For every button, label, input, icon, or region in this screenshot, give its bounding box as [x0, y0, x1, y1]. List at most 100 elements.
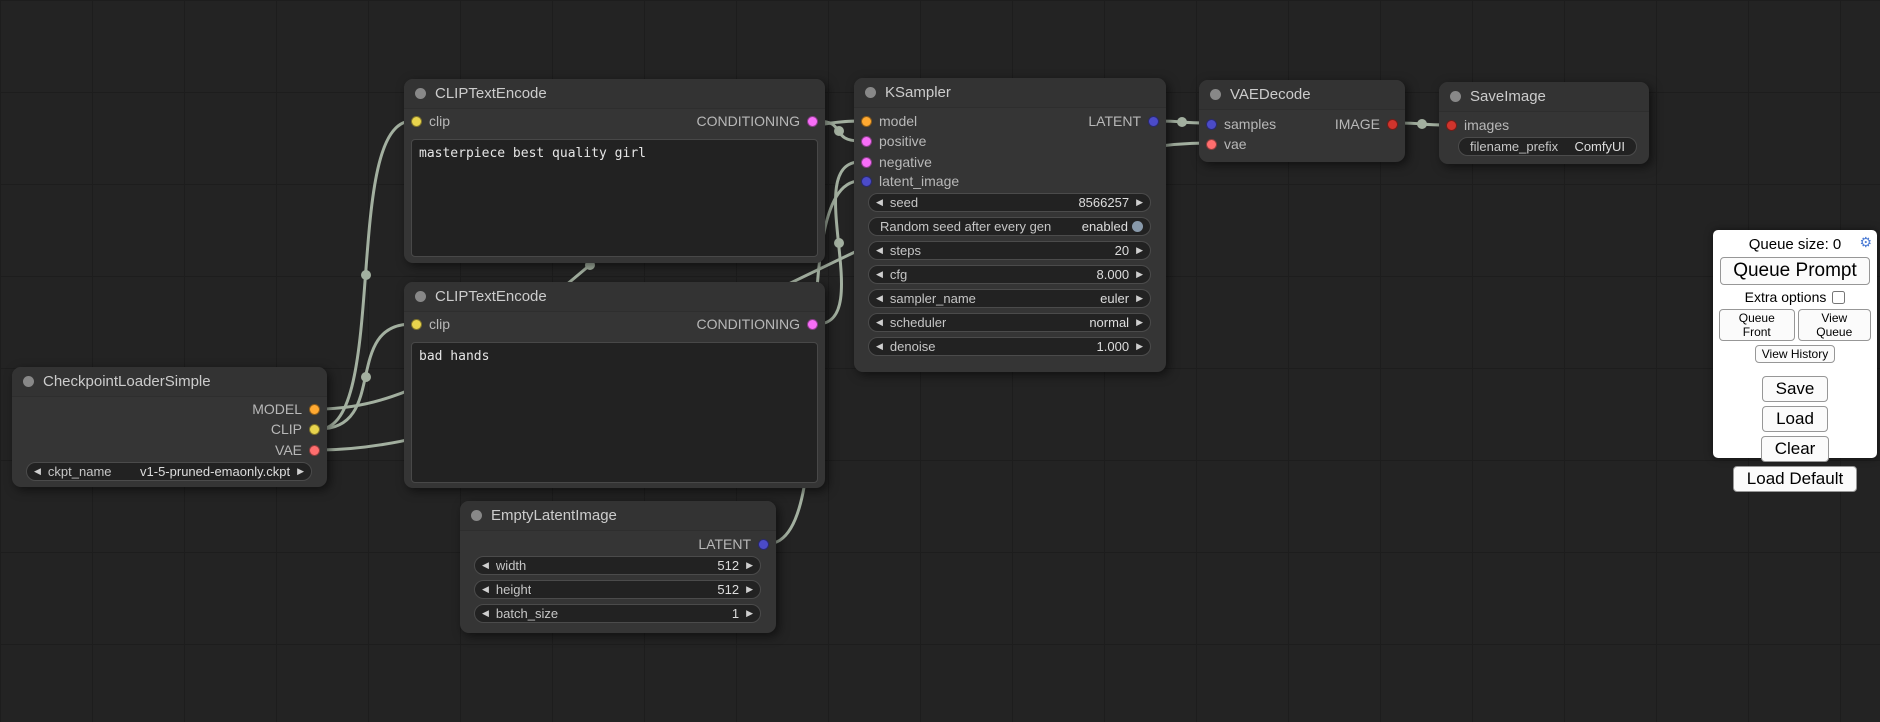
arrow-right-icon[interactable]: ▶: [1136, 294, 1143, 303]
node-ksampler[interactable]: KSampler model positive negative latent_…: [854, 78, 1166, 372]
output-slot-latent[interactable]: LATENT: [1088, 113, 1159, 129]
arrow-right-icon[interactable]: ▶: [1136, 246, 1143, 255]
slot-dot-clip[interactable]: [309, 424, 320, 435]
node-status-dot[interactable]: [415, 291, 426, 302]
slot-dot-model[interactable]: [861, 116, 872, 127]
output-slot-conditioning[interactable]: CONDITIONING: [697, 316, 818, 332]
node-header[interactable]: CLIPTextEncode: [404, 79, 825, 109]
arrow-right-icon[interactable]: ▶: [746, 609, 753, 618]
widget-sampler-name[interactable]: ◀ sampler_name euler ▶: [868, 289, 1151, 308]
output-slot-conditioning[interactable]: CONDITIONING: [697, 113, 818, 129]
node-clip-text-encode-negative[interactable]: CLIPTextEncode clip CONDITIONING bad han…: [404, 282, 825, 488]
input-slot-vae[interactable]: vae: [1206, 136, 1247, 152]
widget-denoise[interactable]: ◀ denoise 1.000 ▶: [868, 337, 1151, 356]
input-slot-positive[interactable]: positive: [861, 133, 926, 149]
input-slot-images[interactable]: images: [1446, 117, 1509, 133]
arrow-left-icon[interactable]: ◀: [876, 270, 883, 279]
node-status-dot[interactable]: [1210, 89, 1221, 100]
slot-dot-conditioning[interactable]: [861, 136, 872, 147]
arrow-right-icon[interactable]: ▶: [297, 467, 304, 476]
arrow-right-icon[interactable]: ▶: [1136, 198, 1143, 207]
node-status-dot[interactable]: [415, 88, 426, 99]
input-slot-latent-image[interactable]: latent_image: [861, 173, 959, 189]
input-slot-negative[interactable]: negative: [861, 154, 932, 170]
slot-dot-image[interactable]: [1446, 120, 1457, 131]
arrow-right-icon[interactable]: ▶: [1136, 318, 1143, 327]
node-empty-latent-image[interactable]: EmptyLatentImage LATENT ◀ width 512 ▶ ◀ …: [460, 501, 776, 633]
widget-filename-prefix[interactable]: filename_prefix ComfyUI: [1458, 137, 1637, 156]
arrow-left-icon[interactable]: ◀: [876, 318, 883, 327]
slot-dot-latent[interactable]: [861, 176, 872, 187]
queue-front-button[interactable]: Queue Front: [1719, 309, 1795, 341]
input-slot-samples[interactable]: samples: [1206, 116, 1276, 132]
extra-options-checkbox[interactable]: [1832, 291, 1845, 304]
positive-prompt-textarea[interactable]: masterpiece best quality girl: [411, 139, 818, 257]
arrow-left-icon[interactable]: ◀: [876, 294, 883, 303]
node-header[interactable]: CLIPTextEncode: [404, 282, 825, 312]
node-header[interactable]: SaveImage: [1439, 82, 1649, 112]
widget-width[interactable]: ◀ width 512 ▶: [474, 556, 761, 575]
node-checkpoint-loader-simple[interactable]: CheckpointLoaderSimple MODEL CLIP VAE ◀ …: [12, 367, 327, 487]
view-queue-button[interactable]: View Queue: [1798, 309, 1871, 341]
output-slot-vae[interactable]: VAE: [275, 442, 320, 458]
slot-dot-vae[interactable]: [309, 445, 320, 456]
node-status-dot[interactable]: [23, 376, 34, 387]
arrow-left-icon[interactable]: ◀: [482, 561, 489, 570]
arrow-left-icon[interactable]: ◀: [482, 585, 489, 594]
arrow-right-icon[interactable]: ▶: [1136, 270, 1143, 279]
save-button[interactable]: Save: [1762, 376, 1829, 402]
output-slot-clip[interactable]: CLIP: [271, 421, 320, 437]
widget-random-seed-toggle[interactable]: Random seed after every gen enabled: [868, 217, 1151, 236]
output-slot-model[interactable]: MODEL: [252, 401, 320, 417]
queue-prompt-button[interactable]: Queue Prompt: [1720, 257, 1870, 285]
widget-scheduler[interactable]: ◀ scheduler normal ▶: [868, 313, 1151, 332]
slot-dot-image[interactable]: [1387, 119, 1398, 130]
load-button[interactable]: Load: [1762, 406, 1828, 432]
arrow-right-icon[interactable]: ▶: [1136, 342, 1143, 351]
slot-dot-latent[interactable]: [758, 539, 769, 550]
input-slot-model[interactable]: model: [861, 113, 917, 129]
arrow-right-icon[interactable]: ▶: [746, 561, 753, 570]
slot-dot-conditioning[interactable]: [861, 157, 872, 168]
arrow-left-icon[interactable]: ◀: [876, 246, 883, 255]
widget-cfg[interactable]: ◀ cfg 8.000 ▶: [868, 265, 1151, 284]
widget-height[interactable]: ◀ height 512 ▶: [474, 580, 761, 599]
node-clip-text-encode-positive[interactable]: CLIPTextEncode clip CONDITIONING masterp…: [404, 79, 825, 263]
negative-prompt-textarea[interactable]: bad hands: [411, 342, 818, 483]
widget-ckpt-name[interactable]: ◀ ckpt_name v1-5-pruned-emaonly.ckpt ▶: [26, 462, 312, 481]
node-header[interactable]: CheckpointLoaderSimple: [12, 367, 327, 397]
slot-dot-model[interactable]: [309, 404, 320, 415]
node-header[interactable]: KSampler: [854, 78, 1166, 108]
node-vae-decode[interactable]: VAEDecode samples vae IMAGE: [1199, 80, 1405, 162]
widget-batch-size[interactable]: ◀ batch_size 1 ▶: [474, 604, 761, 623]
toggle-on-dot[interactable]: [1132, 221, 1143, 232]
slot-dot-conditioning[interactable]: [807, 116, 818, 127]
output-slot-latent[interactable]: LATENT: [698, 536, 769, 552]
node-header[interactable]: EmptyLatentImage: [460, 501, 776, 531]
settings-gear-icon[interactable]: ⚙: [1859, 234, 1872, 251]
slot-dot-clip[interactable]: [411, 319, 422, 330]
node-status-dot[interactable]: [865, 87, 876, 98]
output-slot-image[interactable]: IMAGE: [1335, 116, 1398, 132]
view-history-button[interactable]: View History: [1755, 345, 1835, 363]
input-slot-clip[interactable]: clip: [411, 113, 450, 129]
clear-button[interactable]: Clear: [1761, 436, 1830, 462]
node-status-dot[interactable]: [1450, 91, 1461, 102]
arrow-left-icon[interactable]: ◀: [34, 467, 41, 476]
arrow-left-icon[interactable]: ◀: [876, 342, 883, 351]
widget-steps[interactable]: ◀ steps 20 ▶: [868, 241, 1151, 260]
node-save-image[interactable]: SaveImage images filename_prefix ComfyUI: [1439, 82, 1649, 164]
slot-dot-latent[interactable]: [1206, 119, 1217, 130]
slot-dot-clip[interactable]: [411, 116, 422, 127]
input-slot-clip[interactable]: clip: [411, 316, 450, 332]
load-default-button[interactable]: Load Default: [1733, 466, 1857, 492]
node-status-dot[interactable]: [471, 510, 482, 521]
slot-dot-conditioning[interactable]: [807, 319, 818, 330]
arrow-right-icon[interactable]: ▶: [746, 585, 753, 594]
slot-dot-vae[interactable]: [1206, 139, 1217, 150]
slot-dot-latent[interactable]: [1148, 116, 1159, 127]
node-header[interactable]: VAEDecode: [1199, 80, 1405, 110]
widget-seed[interactable]: ◀ seed 8566257 ▶: [868, 193, 1151, 212]
arrow-left-icon[interactable]: ◀: [876, 198, 883, 207]
arrow-left-icon[interactable]: ◀: [482, 609, 489, 618]
